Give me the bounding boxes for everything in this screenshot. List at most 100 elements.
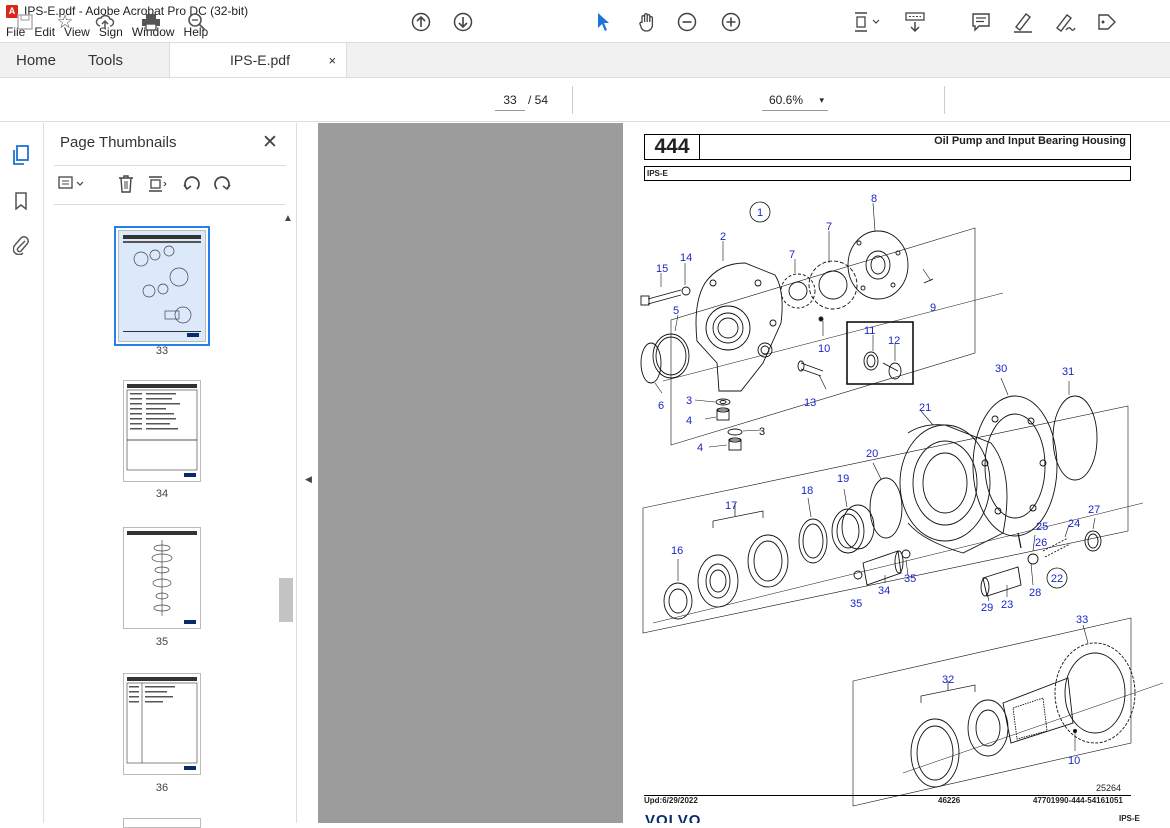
callout-17: 17 (725, 500, 737, 512)
callout-26: 26 (1035, 537, 1047, 549)
callout-12: 12 (888, 335, 900, 347)
callout-20: 20 (866, 448, 878, 460)
menu-bar: File Edit View Sign Window Help (0, 22, 1170, 42)
select-cursor-icon[interactable] (590, 9, 616, 35)
bookmark-star-icon[interactable]: ☆ (52, 9, 78, 35)
panel-splitter[interactable] (296, 123, 318, 823)
collapse-panel-icon[interactable]: ◀ (305, 474, 312, 485)
close-icon[interactable]: ✕ (262, 131, 278, 154)
pdf-page: 444 Oil Pump and Input Bearing Housing I… (623, 123, 1170, 823)
tab-close-icon[interactable]: × (328, 53, 336, 68)
page-fit-icon[interactable] (850, 9, 884, 35)
tab-document[interactable]: IPS-E.pdf × (169, 43, 348, 77)
footer-date: Upd:6/29/2022 (644, 796, 698, 805)
callout-4: 4 (686, 415, 692, 427)
callout-35b: 35 (904, 573, 916, 585)
callout-2: 2 (720, 231, 726, 243)
callout-10b: 10 (1068, 755, 1080, 767)
footer-reference: 47701990-444-54161051 (1033, 796, 1123, 805)
callout-10: 10 (818, 343, 830, 355)
toolbar-divider (944, 86, 945, 114)
callout-33: 33 (1076, 614, 1088, 626)
save-icon[interactable] (12, 9, 38, 35)
callout-19: 19 (837, 473, 849, 485)
highlight-pen-icon[interactable] (1010, 9, 1036, 35)
thumbnail-preview (127, 531, 197, 624)
volvo-logo: VOLVO (645, 812, 702, 823)
next-page-icon[interactable] (450, 9, 476, 35)
upload-cloud-icon[interactable] (92, 9, 118, 35)
zoom-search-icon[interactable] (184, 9, 210, 35)
callout-21: 21 (919, 402, 931, 414)
thumbnail-page-37[interactable] (123, 818, 201, 828)
insert-page-icon[interactable] (148, 175, 168, 198)
scroll-up-icon[interactable]: ▲ (283, 213, 293, 224)
thumbnail-page-33[interactable] (114, 226, 210, 346)
callout-23: 23 (1001, 599, 1013, 611)
comment-icon[interactable] (968, 9, 994, 35)
thumbnail-page-36[interactable] (123, 673, 201, 775)
thumbnail-preview (126, 384, 198, 477)
thumbnail-scrollbar[interactable] (278, 210, 294, 823)
zoom-dropdown[interactable]: 60.6% ▾ (762, 87, 828, 111)
callout-3: 3 (686, 395, 692, 407)
attachments-icon[interactable] (10, 234, 32, 256)
thumbnail-toolbar (54, 165, 286, 205)
footer-model: IPS-E (1119, 814, 1140, 823)
callout-31: 31 (1062, 366, 1074, 378)
zoom-in-icon[interactable] (718, 9, 744, 35)
thumbnail-page-34[interactable] (123, 380, 201, 482)
thumbnail-page-35[interactable] (123, 527, 201, 629)
share-tag-icon[interactable] (1094, 9, 1120, 35)
callout-29: 29 (981, 602, 993, 614)
exploded-parts-diagram: 1 2 3 3 4 4 5 6 7 7 8 9 10 10 11 12 13 1… (640, 193, 1164, 807)
thumbnail-options-icon[interactable] (58, 175, 86, 196)
bookmarks-icon[interactable] (10, 190, 32, 212)
callout-15: 15 (656, 263, 668, 275)
callout-32: 32 (942, 674, 954, 686)
callout-3-black: 3 (759, 426, 765, 438)
zoom-value: 60.6% (769, 93, 804, 107)
thumbnail-page-label: 35 (155, 636, 169, 648)
document-viewer-background (318, 123, 623, 823)
callout-16: 16 (671, 545, 683, 557)
callout-35: 35 (850, 598, 862, 610)
thumbnail-preview (123, 235, 201, 337)
callout-9: 9 (930, 302, 936, 314)
callout-30: 30 (995, 363, 1007, 375)
thumbnail-page-label: 33 (155, 345, 169, 357)
zoom-out-icon[interactable] (674, 9, 700, 35)
callout-25: 25 (1036, 521, 1048, 533)
thumbnail-panel-title: Page Thumbnails (60, 134, 177, 151)
left-navigation-rail (0, 123, 44, 823)
rotate-right-icon[interactable] (212, 175, 232, 198)
callout-13: 13 (804, 397, 816, 409)
callout-27: 27 (1088, 504, 1100, 516)
page-thumbnails-icon[interactable] (10, 144, 32, 166)
callout-24: 24 (1068, 518, 1080, 530)
toolbar-divider (572, 86, 573, 114)
sign-icon[interactable] (1052, 9, 1078, 35)
callout-1: 1 (757, 207, 763, 219)
figure-number: 25264 (1096, 783, 1122, 793)
scrollbar-thumb[interactable] (279, 578, 293, 622)
previous-page-icon[interactable] (408, 9, 434, 35)
tab-tools[interactable]: Tools (72, 43, 139, 77)
main-toolbar (0, 78, 1170, 122)
print-icon[interactable] (138, 9, 164, 35)
callout-14: 14 (680, 252, 692, 264)
tab-document-label: IPS-E.pdf (230, 52, 290, 68)
delete-page-icon[interactable] (118, 175, 134, 198)
thumbnail-page-label: 36 (155, 782, 169, 794)
tab-bar: Home Tools IPS-E.pdf × (0, 42, 1170, 78)
callout-22: 22 (1051, 573, 1063, 585)
tab-home[interactable]: Home (0, 43, 72, 77)
page-number-input[interactable]: 33 (495, 87, 525, 111)
hand-tool-icon[interactable] (634, 9, 660, 35)
callout-4b: 4 (697, 442, 703, 454)
callout-8: 8 (871, 193, 877, 205)
callout-34: 34 (878, 585, 890, 597)
scroll-mode-icon[interactable] (902, 9, 928, 35)
window-titlebar: A IPS-E.pdf - Adobe Acrobat Pro DC (32-b… (0, 0, 1170, 22)
rotate-left-icon[interactable] (182, 175, 202, 198)
